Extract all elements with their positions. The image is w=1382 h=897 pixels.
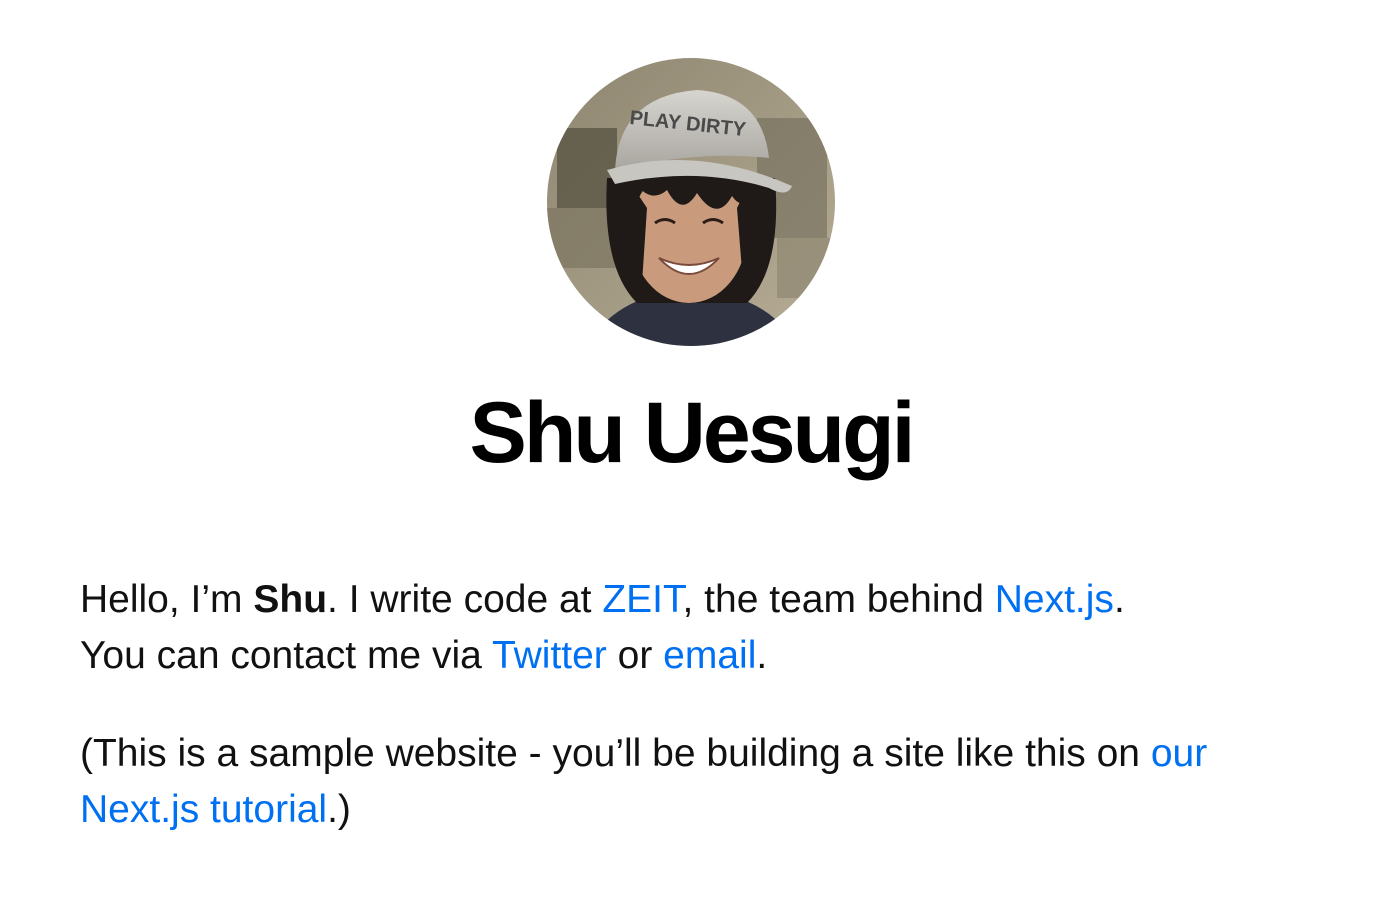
sample-note-paragraph: (This is a sample website - you’ll be bu… [80,726,1320,838]
intro-name: Shu [253,578,328,621]
intro-paragraph: Hello, I’m Shu. I write code at ZEIT, th… [80,572,1320,684]
intro-or-text: or [606,634,664,677]
zeit-link[interactable]: ZEIT [602,578,682,621]
nextjs-link[interactable]: Next.js [995,578,1114,621]
intro-greeting: Hello, I’m [80,578,254,621]
avatar-photo-icon: PLAY DIRTY [547,58,835,346]
note-end-text: .) [327,788,351,831]
intro-text-2: , the team behind [682,578,995,621]
email-link[interactable]: email [663,634,756,677]
intro-end-text: . [756,634,768,677]
page-title: Shu Uesugi [469,385,915,481]
avatar: PLAY DIRTY [547,58,835,346]
profile-header: PLAY DIRTY Shu Uesugi [0,0,1382,476]
twitter-link[interactable]: Twitter [492,634,607,677]
page: PLAY DIRTY Shu Uesugi Hello, I’m Shu. I … [0,0,1382,897]
intro-text-1: . I write code at [327,578,603,621]
note-text: (This is a sample website - you’ll be bu… [80,732,1151,775]
intro-contact-text: You can contact me via [80,634,492,677]
intro-text-3: . [1113,578,1125,621]
